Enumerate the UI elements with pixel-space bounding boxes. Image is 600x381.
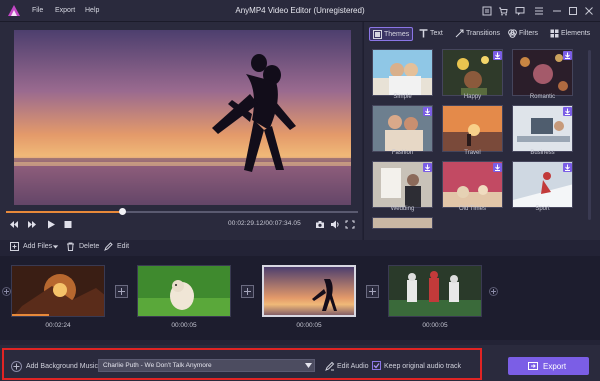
keep-audio-label: Keep original audio track: [384, 363, 462, 370]
tab-label: Themes: [384, 31, 410, 38]
seek-bar-progress: [6, 211, 122, 213]
theme-thumb-partial[interactable]: [372, 217, 433, 229]
timeline-clip[interactable]: [11, 265, 105, 317]
export-icon: [528, 362, 538, 370]
theme-label: Sport: [535, 206, 550, 212]
tab-label: Text: [430, 30, 443, 37]
volume-icon[interactable]: [330, 220, 340, 229]
download-icon[interactable]: [423, 107, 432, 116]
transition-slot[interactable]: [115, 285, 128, 298]
edit-label: Edit: [117, 243, 130, 250]
add-files-button[interactable]: Add Files: [10, 242, 60, 252]
window-title: AnyMP4 Video Editor (Unregistered): [235, 6, 365, 15]
transition-slot[interactable]: [366, 285, 379, 298]
stop-icon[interactable]: [63, 220, 73, 229]
menu-icon[interactable]: [534, 6, 544, 16]
theme-label: Romantic: [529, 94, 556, 100]
app-logo-icon: [7, 4, 21, 17]
theme-label: Travel: [464, 150, 481, 156]
snapshot-icon[interactable]: [315, 220, 325, 229]
fullscreen-icon[interactable]: [345, 220, 355, 229]
download-icon[interactable]: [493, 163, 502, 172]
download-icon[interactable]: [563, 163, 572, 172]
clip-duration: 00:00:05: [296, 322, 322, 329]
theme-thumb-simple[interactable]: [372, 49, 433, 96]
timeline-clip[interactable]: [137, 265, 231, 317]
menu-file[interactable]: File: [32, 7, 43, 14]
time-readout: 00:02:29.12/00:07:34.05: [228, 220, 301, 227]
rewind-icon[interactable]: [9, 220, 19, 229]
tab-label: Filters: [519, 30, 539, 37]
menu-help[interactable]: Help: [85, 7, 99, 14]
add-before-icon[interactable]: [2, 287, 11, 296]
theme-label: Old Times: [458, 206, 486, 212]
cart-icon[interactable]: [498, 6, 508, 16]
timeline-clip[interactable]: [388, 265, 482, 317]
download-icon[interactable]: [423, 163, 432, 172]
theme-thumb-travel[interactable]: [442, 105, 503, 152]
menu-export[interactable]: Export: [55, 7, 75, 14]
tab-text[interactable]: Text: [419, 27, 445, 41]
seek-handle[interactable]: [119, 208, 126, 215]
current-time: 00:02:29.12: [228, 220, 264, 227]
feedback-icon[interactable]: [515, 6, 525, 16]
tab-themes[interactable]: Themes: [369, 27, 413, 41]
add-after-icon[interactable]: [489, 287, 498, 296]
maximize-icon[interactable]: [568, 6, 578, 16]
download-icon[interactable]: [563, 51, 572, 60]
theme-label: Business: [530, 150, 555, 156]
tab-filters[interactable]: Filters: [508, 27, 542, 41]
total-time: 00:07:34.05: [265, 220, 301, 227]
edit-button[interactable]: Edit: [104, 242, 134, 252]
transition-slot[interactable]: [241, 285, 254, 298]
play-icon[interactable]: [46, 220, 56, 229]
fast-forward-icon[interactable]: [27, 220, 37, 229]
panel-scrollbar[interactable]: [588, 50, 591, 220]
edit-audio-icon[interactable]: [325, 361, 335, 371]
tab-elements[interactable]: Elements: [550, 27, 594, 41]
add-background-music-label: Add Background Music:: [26, 363, 100, 370]
delete-label: Delete: [79, 243, 100, 250]
export-label: Export: [543, 362, 567, 371]
theme-label: Simple: [393, 94, 412, 100]
delete-button[interactable]: Delete: [66, 242, 100, 252]
theme-label: Wedding: [390, 206, 415, 212]
clip-duration: 00:02:24: [45, 322, 71, 329]
add-music-icon[interactable]: [11, 361, 22, 372]
edit-audio-button[interactable]: Edit Audio: [337, 363, 369, 370]
add-files-label: Add Files: [23, 243, 53, 250]
keep-audio-checkbox[interactable]: [372, 361, 381, 370]
register-icon[interactable]: [482, 6, 492, 16]
download-icon[interactable]: [563, 107, 572, 116]
background-music-select[interactable]: Charlie Puth - We Don't Talk Anymore: [98, 359, 315, 372]
theme-label: Fashion: [391, 150, 414, 156]
timeline-clip-selected[interactable]: [262, 265, 356, 317]
download-icon[interactable]: [493, 51, 502, 60]
close-icon[interactable]: [584, 6, 594, 16]
tab-label: Elements: [561, 30, 591, 37]
export-button[interactable]: Export: [508, 357, 589, 375]
chevron-down-icon[interactable]: [305, 363, 312, 368]
clip-duration: 00:00:05: [422, 322, 448, 329]
video-preview[interactable]: [14, 30, 351, 205]
tab-label: Transitions: [466, 30, 500, 37]
clip-progress-bar: [12, 314, 49, 316]
tab-transitions[interactable]: Transitions: [455, 27, 503, 41]
clip-duration: 00:00:05: [171, 322, 197, 329]
theme-label: Happy: [463, 94, 482, 100]
minimize-icon[interactable]: [552, 6, 562, 16]
